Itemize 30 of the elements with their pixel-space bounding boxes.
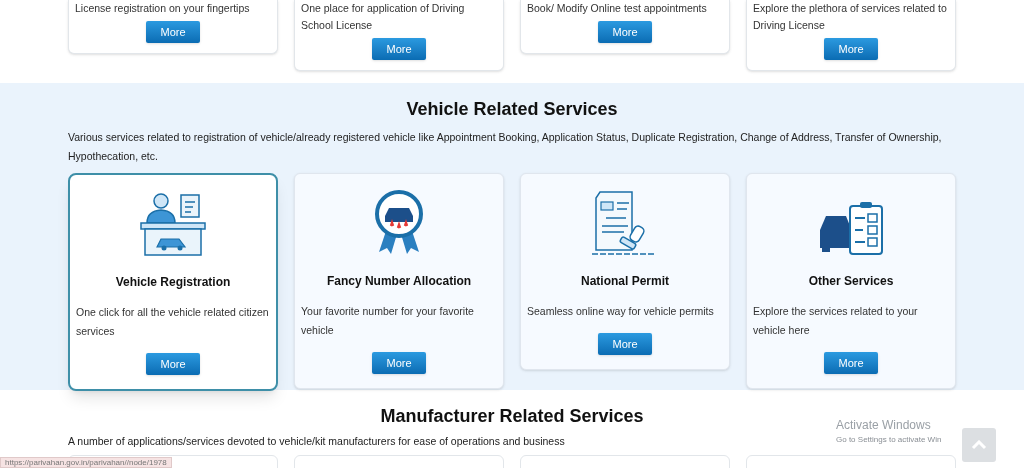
card-description: Explore the plethora of services related to Driving License [753, 1, 948, 33]
card-description: Seamless online way for vehicle permits [527, 304, 715, 319]
more-button[interactable]: More [824, 352, 878, 375]
card-description: One click for all the vehicle related citizen services [76, 305, 270, 339]
more-button[interactable]: More [146, 353, 200, 376]
activation-hint: Go to Settings to activate Win [836, 434, 942, 446]
chevron-up-icon [971, 440, 987, 450]
status-url: https://parivahan.gov.in/parivahan//node/1978 [0, 457, 172, 468]
card-description: Your favorite number for your favorite vehicle [301, 304, 475, 338]
card-description: License registration on your fingertips [75, 1, 251, 16]
more-button[interactable]: More [598, 21, 652, 43]
section-description: A number of applications/services devoted to vehicle/kit manufacturers for ease of operations and business [68, 434, 565, 449]
card-title: Fancy Number Allocation [326, 273, 472, 290]
section-title: Vehicle Related Services [405, 98, 619, 121]
card-description: Explore the services related to your vehicle here [753, 304, 919, 338]
more-button[interactable]: More [146, 21, 200, 43]
scroll-to-top-button[interactable] [962, 428, 996, 462]
card-title: Other Services [808, 273, 894, 290]
card-title: National Permit [581, 273, 669, 290]
section-title: Manufacturer Related Services [380, 405, 644, 428]
activation-title: Activate Windows [836, 417, 932, 434]
more-button[interactable]: More [824, 38, 878, 60]
rosette-car-icon [373, 190, 425, 256]
card-title: Vehicle Registration [115, 274, 231, 291]
card-description: Book/ Modify Online test appointments [527, 1, 708, 16]
more-button[interactable]: More [372, 38, 426, 60]
more-button[interactable]: More [372, 352, 426, 375]
more-button[interactable]: More [598, 333, 652, 356]
card-description: One place for application of Driving School License [301, 1, 466, 33]
section-description: Various services related to registration of vehicle/already registered vehicle like Appointment Booking, Application Status, Duplicate Registration, Change of Address, Transfer of Ownership, Hypothecation, etc. [68, 130, 943, 164]
